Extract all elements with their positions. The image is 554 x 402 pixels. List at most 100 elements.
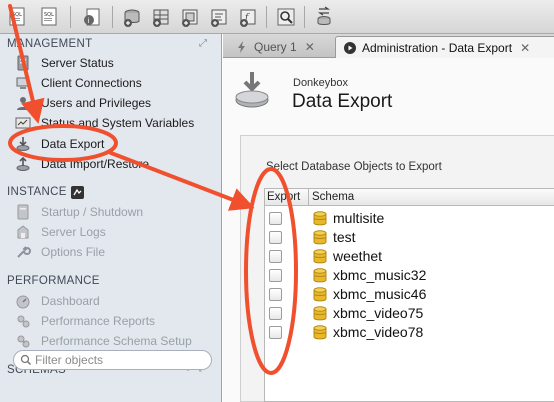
new-sql-tab-icon[interactable]: SQL bbox=[6, 5, 30, 29]
svg-text:SQL: SQL bbox=[44, 12, 54, 18]
export-checkbox[interactable] bbox=[269, 326, 282, 339]
editor-tabbar: Query 1 ✕ Administration - Data Export ✕ bbox=[223, 34, 554, 58]
nav-label: Status and System Variables bbox=[41, 115, 195, 130]
column-header-schema[interactable]: Schema bbox=[312, 191, 354, 203]
nav-dashboard[interactable]: Dashboard bbox=[14, 291, 214, 310]
export-checkbox[interactable] bbox=[269, 231, 282, 244]
schema-name: test bbox=[333, 229, 356, 245]
play-icon bbox=[344, 41, 356, 54]
database-icon bbox=[313, 230, 327, 245]
dashboard-icon bbox=[14, 293, 32, 309]
nav-label: Server Status bbox=[41, 55, 114, 70]
nav-server-status[interactable]: Server Status bbox=[14, 53, 214, 72]
nav-label: Client Connections bbox=[41, 75, 142, 90]
create-view-icon[interactable] bbox=[178, 5, 202, 29]
server-logs-icon bbox=[14, 224, 32, 240]
database-icon bbox=[313, 268, 327, 283]
create-procedure-icon[interactable] bbox=[207, 5, 231, 29]
filter-objects-input[interactable] bbox=[35, 353, 195, 367]
database-icon bbox=[313, 211, 327, 226]
lightning-icon bbox=[238, 41, 245, 53]
table-row[interactable]: weethet bbox=[265, 247, 554, 266]
svg-text:i: i bbox=[88, 17, 90, 25]
instance-heading-label: INSTANCE bbox=[7, 186, 67, 198]
filter-objects-field[interactable] bbox=[13, 350, 212, 370]
table-row[interactable]: xbmc_music32 bbox=[265, 266, 554, 285]
nav-status-and-system-variables[interactable]: Status and System Variables bbox=[14, 113, 214, 132]
table-row[interactable]: test bbox=[265, 228, 554, 247]
schema-name: xbmc_music46 bbox=[333, 286, 427, 302]
schema-table-header: Export Schema bbox=[265, 189, 554, 206]
tab-query-1[interactable]: Query 1 ✕ bbox=[228, 36, 331, 58]
table-row[interactable]: xbmc_video75 bbox=[265, 304, 554, 323]
nav-label: Server Logs bbox=[41, 224, 106, 239]
svg-text:SQL: SQL bbox=[12, 12, 22, 18]
nav-label: Startup / Shutdown bbox=[41, 204, 144, 219]
nav-startup-shutdown[interactable]: Startup / Shutdown bbox=[14, 202, 214, 221]
wrench-icon bbox=[14, 244, 32, 260]
startup-icon bbox=[14, 204, 32, 220]
schema-name: xbmc_video75 bbox=[333, 305, 424, 321]
nav-performance-reports[interactable]: Performance Reports bbox=[14, 311, 214, 330]
search-table-data-icon[interactable] bbox=[274, 5, 298, 29]
nav-label: Data Export bbox=[41, 136, 105, 151]
server-status-icon bbox=[14, 55, 32, 71]
data-export-panel: Donkeybox Data Export Select Database Ob… bbox=[223, 58, 554, 402]
tab-label: Administration - Data Export bbox=[362, 40, 513, 55]
main-toolbar: SQL SQL i f bbox=[0, 0, 554, 34]
nav-data-import-restore[interactable]: Data Import/Restore bbox=[14, 154, 214, 173]
performance-heading: PERFORMANCE bbox=[7, 275, 100, 287]
schema-name: xbmc_music32 bbox=[333, 267, 427, 283]
nav-client-connections[interactable]: Client Connections bbox=[14, 73, 214, 92]
create-table-icon[interactable] bbox=[149, 5, 173, 29]
data-export-header-icon bbox=[235, 70, 269, 110]
open-sql-script-icon[interactable]: SQL bbox=[38, 5, 62, 29]
export-checkbox[interactable] bbox=[269, 307, 282, 320]
instance-heading: INSTANCE bbox=[7, 186, 67, 198]
search-icon bbox=[20, 354, 32, 366]
create-function-icon[interactable]: f bbox=[236, 5, 260, 29]
nav-options-file[interactable]: Options File bbox=[14, 242, 214, 261]
export-checkbox[interactable] bbox=[269, 288, 282, 301]
nav-label: Options File bbox=[41, 244, 106, 259]
nav-label: Performance Schema Setup bbox=[41, 333, 192, 348]
export-checkbox[interactable] bbox=[269, 212, 282, 225]
nav-data-export[interactable]: Data Export bbox=[14, 134, 214, 153]
table-row[interactable]: xbmc_music46 bbox=[265, 285, 554, 304]
nav-server-logs[interactable]: Server Logs bbox=[14, 222, 214, 241]
nav-label: Performance Reports bbox=[41, 313, 156, 328]
schema-name: weethet bbox=[333, 248, 383, 264]
variables-icon bbox=[14, 115, 32, 131]
table-row[interactable]: multisite bbox=[265, 209, 554, 228]
page-title: Data Export bbox=[292, 91, 393, 112]
tab-administration-data-export[interactable]: Administration - Data Export ✕ bbox=[335, 36, 554, 58]
expand-icon[interactable]: ⤢ bbox=[199, 38, 207, 49]
reconnect-icon[interactable] bbox=[312, 5, 336, 29]
create-schema-icon[interactable] bbox=[120, 5, 144, 29]
database-icon bbox=[313, 249, 327, 264]
export-checkbox[interactable] bbox=[269, 250, 282, 263]
navigator-sidebar: MANAGEMENT ⤢ Server Status Client Connec… bbox=[0, 34, 222, 402]
table-row[interactable]: xbmc_video78 bbox=[265, 323, 554, 342]
users-icon bbox=[14, 95, 32, 111]
instance-status-icon bbox=[71, 186, 84, 199]
data-import-icon bbox=[14, 156, 32, 172]
close-tab-icon[interactable]: ✕ bbox=[305, 40, 315, 54]
schema-name: multisite bbox=[333, 210, 385, 226]
client-connections-icon bbox=[14, 75, 32, 91]
reports-icon bbox=[14, 313, 32, 329]
select-objects-label: Select Database Objects to Export bbox=[266, 161, 442, 173]
database-icon bbox=[313, 325, 327, 340]
export-checkbox[interactable] bbox=[269, 269, 282, 282]
nav-users-and-privileges[interactable]: Users and Privileges bbox=[14, 93, 214, 112]
nav-label: Data Import/Restore bbox=[41, 156, 150, 171]
data-export-icon bbox=[14, 136, 32, 152]
close-tab-icon[interactable]: ✕ bbox=[520, 41, 530, 55]
inspector-icon[interactable]: i bbox=[80, 5, 104, 29]
column-divider[interactable] bbox=[308, 189, 309, 206]
nav-performance-schema-setup[interactable]: Performance Schema Setup bbox=[14, 331, 214, 350]
workbench-window: SQL SQL i f MANAGEMENT ⤢ Server Status C… bbox=[0, 0, 554, 402]
schema-name: xbmc_video78 bbox=[333, 324, 424, 340]
nav-label: Dashboard bbox=[41, 293, 100, 308]
column-header-export[interactable]: Export bbox=[267, 191, 300, 203]
